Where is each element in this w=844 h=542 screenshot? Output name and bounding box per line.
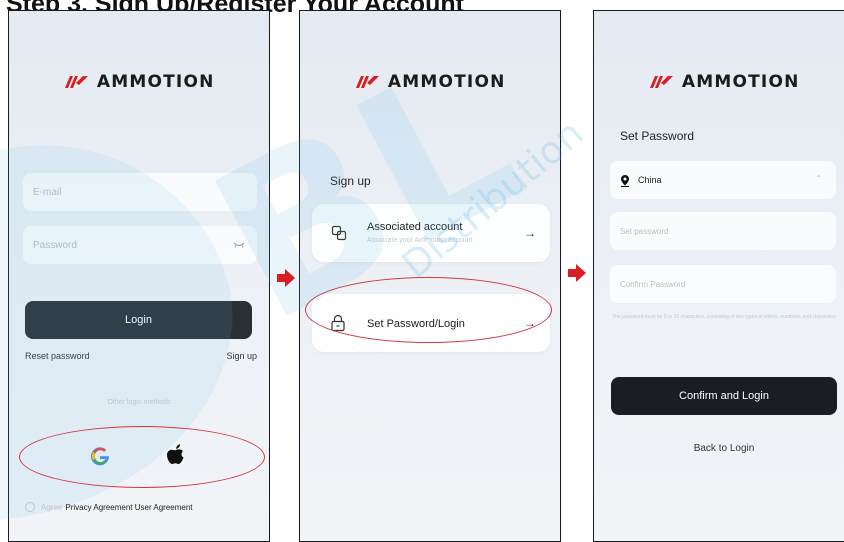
brand-logo: AMMOTION [300, 72, 560, 92]
brand-logo: AMMOTION [9, 72, 269, 92]
login-button[interactable]: Login [25, 301, 252, 339]
confirm-password-placeholder: Confirm Password [620, 279, 686, 289]
flow-arrow-2 [568, 264, 586, 282]
login-button-label: Login [125, 314, 152, 326]
region-select[interactable]: China ⌃ [610, 161, 836, 199]
chevron-icon: ⌃ [815, 174, 822, 183]
associated-account-subtitle: Associate your Ammotion account [367, 237, 473, 244]
flow-arrow-1 [277, 269, 295, 287]
ammotion-logo-mark [356, 76, 380, 88]
arrow-right-icon: → [524, 226, 536, 240]
password-placeholder: Password [33, 239, 77, 251]
sign-up-link[interactable]: Sign up [226, 351, 257, 361]
eye-off-icon[interactable] [233, 241, 245, 249]
set-password-field[interactable]: Set password [610, 212, 836, 250]
location-pin-icon [621, 174, 629, 187]
set-password-heading: Set Password [620, 129, 695, 143]
agreement-row: Agree Privacy Agreement User Agreement [25, 502, 193, 512]
brand-logo: AMMOTION [594, 72, 844, 92]
password-field[interactable]: Password [23, 226, 257, 264]
associated-account-card[interactable]: Associated account Associate your Ammoti… [312, 204, 550, 262]
brand-name: AMMOTION [387, 72, 506, 92]
associated-account-title: Associated account [367, 221, 463, 233]
confirm-password-field[interactable]: Confirm Password [610, 265, 836, 303]
link-accounts-icon [331, 225, 347, 241]
other-login-methods-label: Other login methods [107, 399, 171, 406]
back-to-login-link[interactable]: Back to Login [594, 443, 844, 454]
agreement-links[interactable]: Privacy Agreement User Agreement [65, 503, 192, 512]
password-hint: The password must be 8 to 16 characters,… [612, 314, 836, 320]
confirm-and-login-label: Confirm and Login [679, 390, 769, 402]
brand-name: AMMOTION [96, 72, 215, 92]
brand-name: AMMOTION [681, 72, 800, 92]
confirm-and-login-button[interactable]: Confirm and Login [611, 377, 837, 415]
annotation-ellipse-social [19, 426, 265, 488]
sign-up-title: Sign up [330, 174, 371, 188]
agreement-prefix: Agree [41, 502, 63, 512]
region-value: China [638, 175, 662, 185]
screen-sign-up: AMMOTION Sign up Associated account Asso… [299, 10, 561, 542]
annotation-ellipse-set-password [305, 277, 552, 343]
email-placeholder: E-mail [33, 186, 62, 198]
set-password-placeholder: Set password [620, 226, 669, 236]
checkbox-icon[interactable] [25, 502, 35, 512]
ammotion-logo-mark [65, 76, 89, 88]
screen-set-password: AMMOTION Set Password China ⌃ Set passwo… [593, 10, 844, 542]
ammotion-logo-mark [650, 76, 674, 88]
reset-password-link[interactable]: Reset password [25, 351, 90, 361]
email-field[interactable]: E-mail [23, 173, 257, 211]
